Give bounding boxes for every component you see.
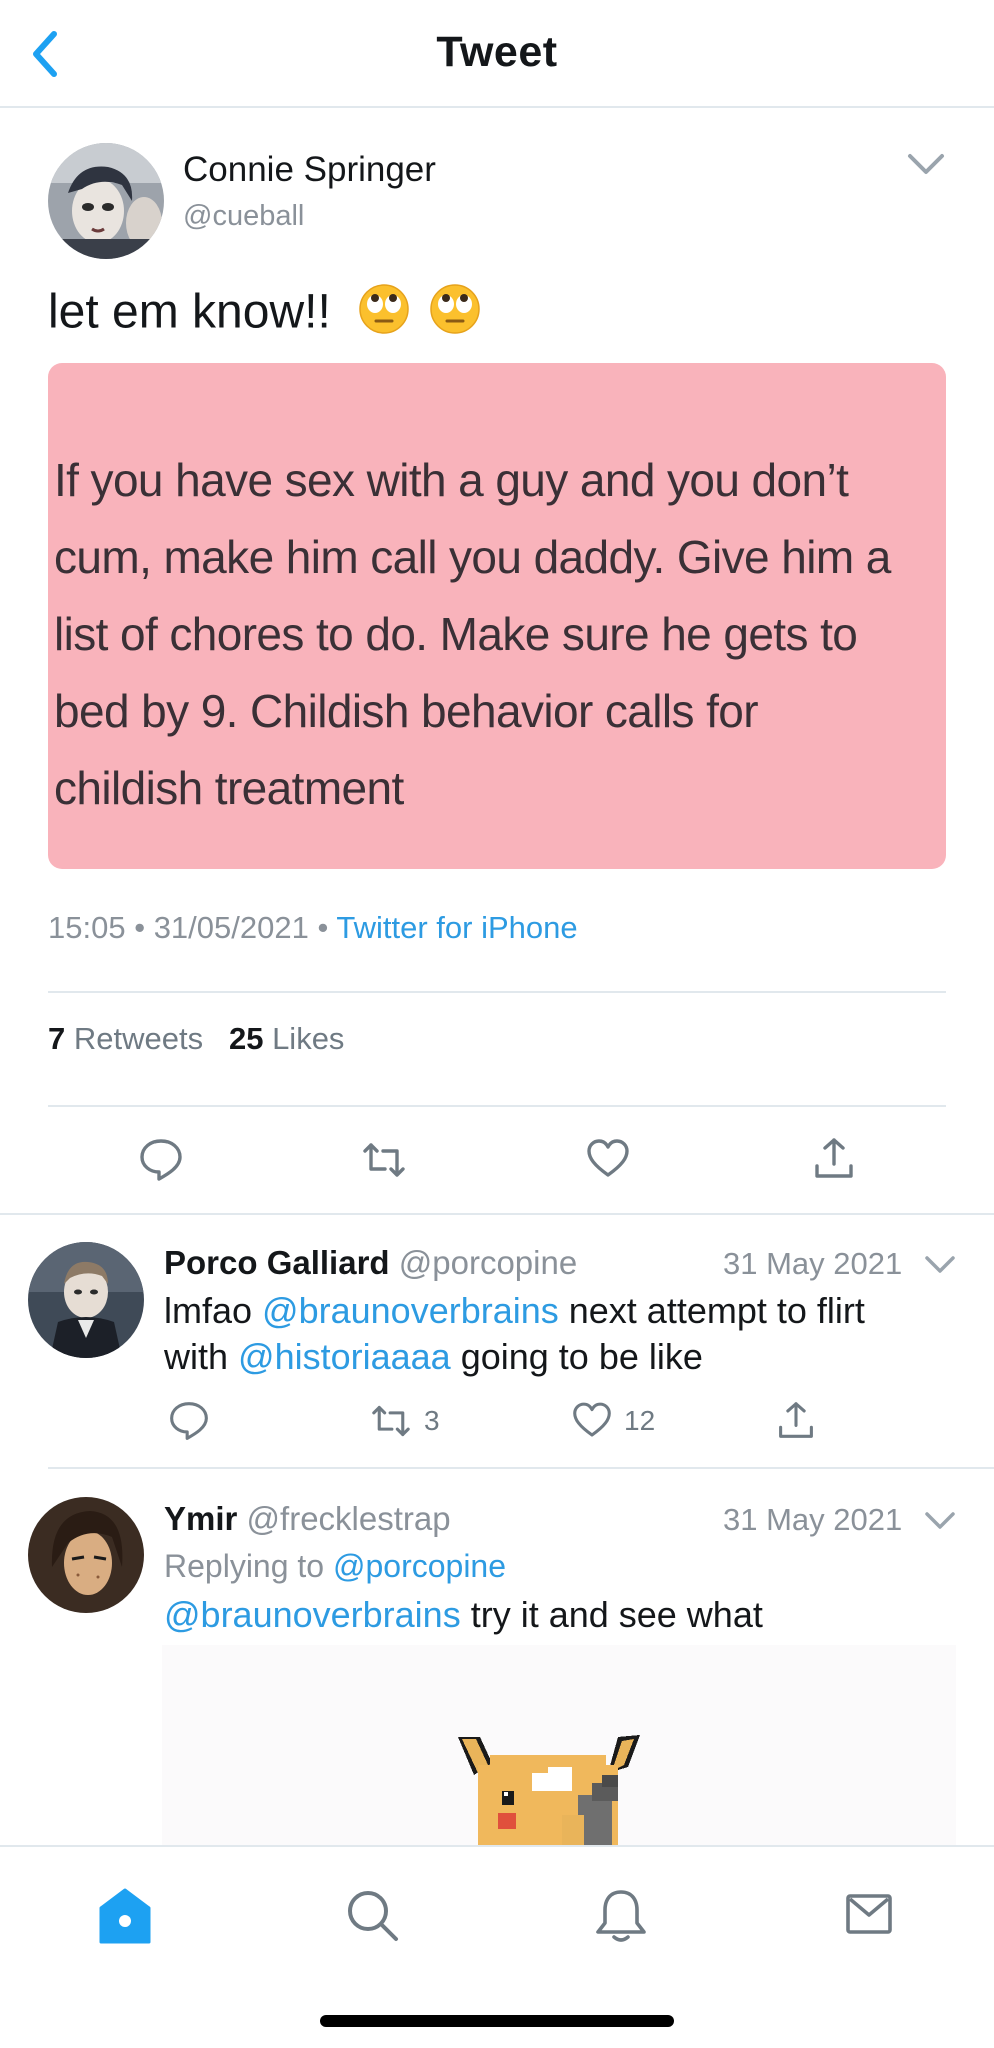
like-button[interactable] [586, 1139, 630, 1184]
reply-author[interactable]: Ymir @frecklestrap [164, 1500, 451, 1538]
divider [48, 1467, 994, 1469]
media-text-line: list of chores to do. Make sure he gets … [54, 608, 858, 660]
like-button[interactable] [572, 1402, 612, 1444]
replying-to-handle[interactable]: @porcopine [333, 1548, 506, 1584]
retweet-count: 3 [424, 1405, 440, 1436]
top-bar: Tweet [0, 0, 994, 108]
reply-button[interactable] [168, 1400, 210, 1447]
divider [48, 991, 946, 993]
reply-text-part: next attempt to flirt [558, 1290, 865, 1331]
retweets-label[interactable]: Retweets [74, 1021, 203, 1056]
tweet-options-button[interactable] [906, 152, 946, 183]
media-text-line: If you have sex with a guy and you don’t [54, 454, 849, 506]
tweet-date: 31/05/2021 [153, 910, 309, 945]
reply-text-part: going to be like [450, 1336, 703, 1377]
share-button[interactable] [777, 1400, 815, 1445]
page-title: Tweet [436, 28, 558, 76]
tab-messages[interactable] [846, 1887, 892, 1940]
heart-icon [587, 1139, 629, 1177]
reply-date: 31 May 2021 [723, 1246, 903, 1281]
reply-media-gif[interactable] [162, 1645, 956, 1845]
author-handle[interactable]: @cueball [183, 200, 304, 233]
mention-link[interactable]: @braunoverbrains [262, 1290, 559, 1331]
retweet-button[interactable] [361, 1139, 407, 1186]
rolling-eyes-emoji-icon [358, 283, 410, 347]
reply-author-handle[interactable]: @frecklestrap [247, 1500, 451, 1537]
media-text-line: bed by 9. Childish behavior calls for [54, 685, 759, 737]
reply-text: @braunoverbrains try it and see what [164, 1592, 944, 1638]
pikachu-image [458, 1735, 640, 1845]
avatar[interactable] [28, 1497, 144, 1613]
replying-to-label: Replying to [164, 1548, 333, 1584]
mention-link[interactable]: @braunoverbrains [164, 1594, 461, 1635]
likes-count[interactable]: 25 [229, 1021, 263, 1056]
messages-icon [846, 1894, 892, 1934]
meta-separator: • [317, 910, 329, 945]
reply-author-name[interactable]: Porco Galliard [164, 1244, 390, 1281]
likes-label[interactable]: Likes [272, 1021, 344, 1056]
tweet-time: 15:05 [48, 910, 126, 945]
reply-text-part: with [164, 1336, 239, 1377]
tweet-text-content: let em know!! [48, 285, 331, 339]
chevron-down-icon [908, 154, 944, 174]
reply-options-button[interactable] [923, 1510, 957, 1537]
divider [48, 1105, 946, 1107]
home-icon [99, 1888, 151, 1944]
rolling-eyes-emoji-icon [429, 283, 481, 347]
reply-author-handle[interactable]: @porcopine [399, 1244, 577, 1281]
tweet-meta: 15:05 • 31/05/2021 • Twitter for iPhone [48, 910, 578, 946]
media-text-line: cum, make him call you daddy. Give him a [54, 531, 891, 583]
reply-text-part: lmfao [164, 1290, 263, 1331]
replying-to: Replying to @porcopine [164, 1548, 506, 1585]
share-icon [815, 1138, 853, 1178]
author-name[interactable]: Connie Springer [183, 150, 436, 190]
retweets-count[interactable]: 7 [48, 1021, 65, 1056]
tweet-media-image[interactable]: If you have sex with a guy and you don’t… [48, 363, 946, 869]
heart-icon [573, 1402, 611, 1437]
tab-home[interactable] [98, 1887, 152, 1950]
meta-separator: • [134, 910, 146, 945]
reply-button[interactable] [138, 1137, 184, 1188]
reply-author[interactable]: Porco Galliard @porcopine [164, 1244, 577, 1282]
avatar[interactable] [28, 1242, 144, 1358]
tweet-source-link[interactable]: Twitter for iPhone [336, 910, 577, 945]
tweet-stats: 7 Retweets 25 Likes [48, 1021, 344, 1057]
reply-options-button[interactable] [923, 1254, 957, 1281]
reply-text: lmfao @braunoverbrains next attempt to f… [164, 1288, 944, 1380]
like-count: 12 [624, 1405, 656, 1436]
divider [0, 1213, 994, 1215]
media-text-line: childish treatment [54, 762, 404, 814]
avatar[interactable] [48, 143, 164, 259]
reply-text-part: try it and see what [460, 1594, 763, 1635]
tab-notifications[interactable] [594, 1887, 648, 1950]
search-icon [348, 1891, 398, 1941]
chevron-down-icon [925, 1256, 955, 1273]
retweet-icon [372, 1405, 410, 1437]
home-indicator[interactable] [320, 2015, 674, 2027]
reply-icon [140, 1139, 182, 1181]
retweet-button[interactable] [370, 1402, 412, 1445]
reply-date: 31 May 2021 [723, 1502, 903, 1537]
chevron-down-icon [925, 1512, 955, 1529]
tweet-text: let em know!! [48, 283, 481, 347]
share-button[interactable] [813, 1136, 855, 1185]
reply-icon [170, 1402, 208, 1440]
tab-search[interactable] [345, 1887, 401, 1950]
notifications-icon [596, 1890, 646, 1942]
mention-link[interactable]: @historiaaaa [238, 1336, 451, 1377]
retweet-icon [363, 1143, 405, 1177]
share-icon [779, 1402, 813, 1438]
reply-author-name[interactable]: Ymir [164, 1500, 237, 1537]
